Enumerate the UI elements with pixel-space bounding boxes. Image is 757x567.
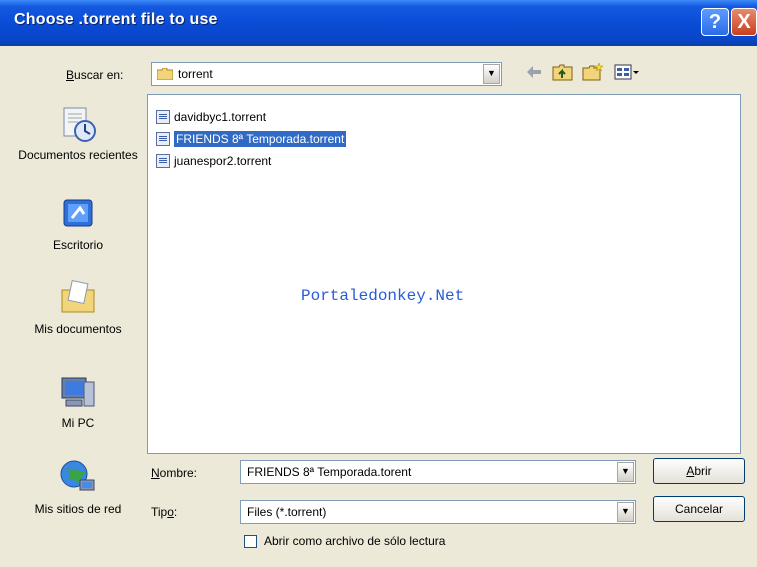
torrent-file-icon [156, 109, 170, 124]
place-label: Escritorio [52, 238, 103, 252]
file-name: davidbyc1.torrent [174, 109, 267, 124]
file-list[interactable]: davidbyc1.torrent FRIENDS 8ª Temporada.t… [147, 94, 741, 454]
place-label: Mi PC [61, 416, 95, 430]
help-icon: ? [708, 11, 722, 33]
close-icon: X [737, 11, 751, 33]
place-label: Documentos recientes [18, 148, 138, 162]
file-name: FRIENDS 8ª Temporada.torrent [174, 130, 347, 147]
place-my-computer[interactable]: Mi PC [14, 372, 142, 431]
view-menu-button[interactable] [614, 62, 640, 82]
place-network[interactable]: Mis sitios de red [14, 458, 142, 517]
filetype-select[interactable]: Files (*.torrent) ▼ [240, 500, 636, 524]
close-button[interactable]: X [731, 8, 757, 36]
chevron-down-icon: ▼ [487, 68, 496, 78]
torrent-file-icon [156, 131, 170, 146]
cancel-button[interactable]: Cancelar [653, 496, 745, 522]
file-item[interactable]: davidbyc1.torrent [156, 109, 266, 127]
place-my-documents[interactable]: Mis documentos [14, 278, 142, 337]
folder-icon [156, 67, 174, 81]
place-recent-documents[interactable]: Documentos recientes [14, 104, 142, 163]
up-folder-icon [552, 64, 573, 81]
filename-input[interactable]: FRIENDS 8ª Temporada.torent ▼ [240, 460, 636, 484]
view-menu-icon [614, 64, 639, 80]
file-item-selected[interactable]: FRIENDS 8ª Temporada.torrent [156, 130, 347, 149]
readonly-label: Abrir como archivo de sólo lectura [264, 534, 446, 548]
lookin-label: Buscar en: [66, 68, 124, 82]
lookin-combo[interactable]: torrent ▼ [151, 62, 502, 86]
filename-label: Nombre: [151, 466, 198, 480]
place-desktop[interactable]: Escritorio [14, 194, 142, 253]
filename-dropdown-button[interactable]: ▼ [617, 462, 634, 482]
filetype-value: Files (*.torrent) [247, 505, 327, 519]
file-name: juanespor2.torrent [174, 153, 272, 168]
lookin-dropdown-button[interactable]: ▼ [483, 64, 500, 84]
chevron-down-icon: ▼ [621, 466, 630, 476]
help-button[interactable]: ? [701, 8, 729, 36]
new-folder-icon [582, 62, 604, 81]
recent-documents-icon [58, 104, 98, 144]
open-button[interactable]: Abrir [653, 458, 745, 484]
my-computer-icon [58, 372, 98, 412]
my-documents-icon [58, 278, 98, 318]
readonly-checkbox[interactable] [244, 535, 257, 548]
places-bar: Documentos recientes Escritorio Mis docu… [14, 94, 142, 536]
watermark-text: Portaledonkey.Net [301, 287, 465, 305]
file-item[interactable]: juanespor2.torrent [156, 153, 271, 171]
new-folder-button[interactable] [582, 62, 604, 82]
desktop-icon [58, 194, 98, 234]
lookin-value: torrent [178, 67, 213, 81]
filetype-label: Tipo: [151, 505, 178, 519]
torrent-file-icon [156, 153, 170, 168]
back-arrow-icon [527, 66, 541, 78]
filename-value: FRIENDS 8ª Temporada.torent [247, 465, 412, 479]
place-label: Mis sitios de red [34, 502, 122, 516]
chevron-down-icon: ▼ [621, 506, 630, 516]
up-folder-button[interactable] [552, 62, 574, 82]
dialog-title: Choose .torrent file to use [14, 11, 218, 28]
filetype-dropdown-button[interactable]: ▼ [617, 502, 634, 522]
place-label: Mis documentos [34, 322, 122, 336]
back-button[interactable] [524, 62, 544, 82]
title-bar[interactable]: Choose .torrent file to use ? X [0, 0, 757, 46]
network-places-icon [58, 458, 98, 498]
